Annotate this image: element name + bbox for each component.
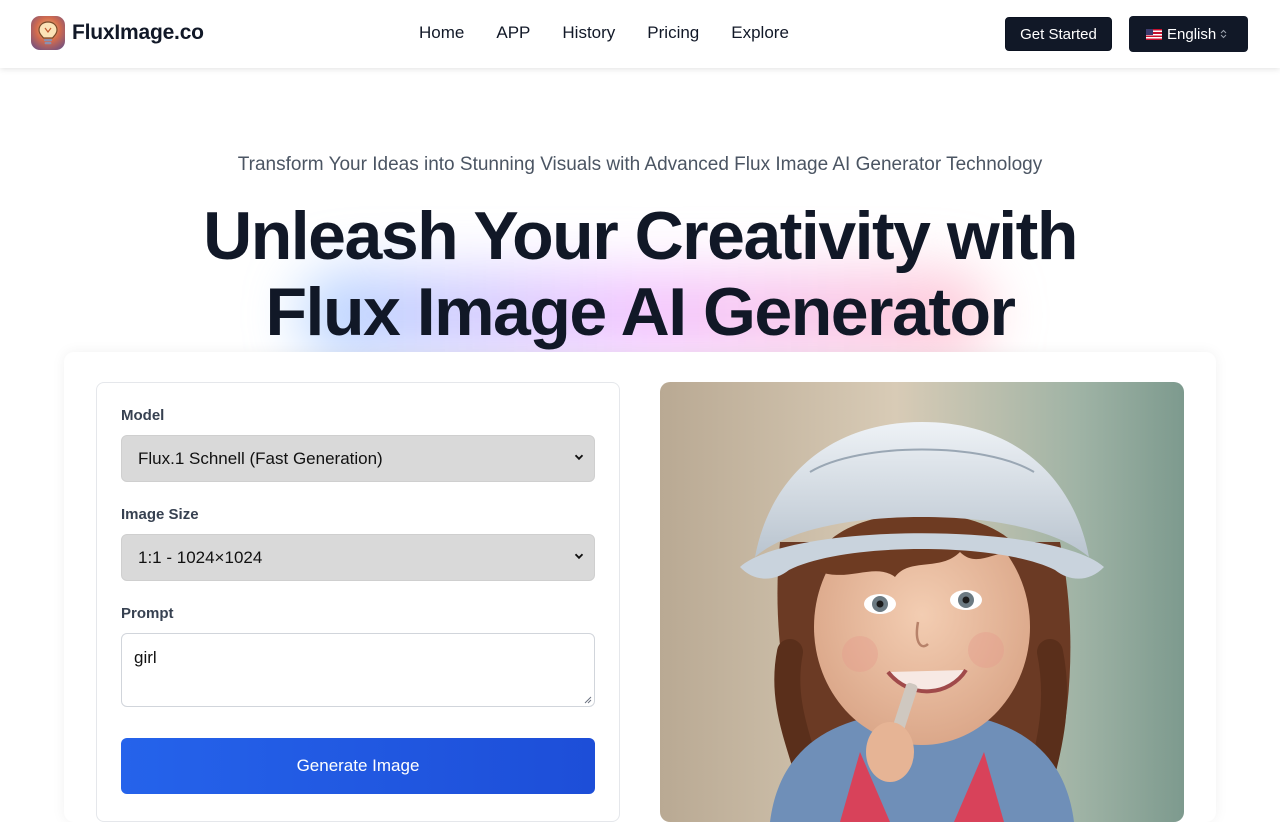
image-size-select-value: 1:1 - 1024×1024 bbox=[138, 547, 263, 567]
nav-explore[interactable]: Explore bbox=[731, 22, 789, 44]
chevron-down-icon bbox=[574, 454, 584, 461]
image-size-label: Image Size bbox=[121, 506, 199, 523]
nav-pricing[interactable]: Pricing bbox=[647, 22, 699, 44]
model-select-value: Flux.1 Schnell (Fast Generation) bbox=[138, 448, 383, 468]
nav-history[interactable]: History bbox=[562, 22, 615, 44]
model-label: Model bbox=[121, 407, 165, 424]
image-size-select[interactable]: 1:1 - 1024×1024 bbox=[121, 534, 595, 581]
generated-image-preview bbox=[660, 382, 1184, 822]
model-select[interactable]: Flux.1 Schnell (Fast Generation) bbox=[121, 435, 595, 482]
chevron-down-icon bbox=[574, 553, 584, 560]
generate-image-button[interactable]: Generate Image bbox=[121, 738, 595, 794]
hero-title: Unleash Your Creativity with Flux Image … bbox=[0, 198, 1280, 350]
lightbulb-logo-icon bbox=[31, 16, 65, 50]
hero-title-line2: Flux Image AI Generator bbox=[265, 274, 1016, 350]
prompt-label: Prompt bbox=[121, 605, 174, 622]
brand[interactable]: FluxImage.co bbox=[31, 16, 204, 50]
us-flag-icon bbox=[1146, 28, 1162, 40]
chevron-up-down-icon bbox=[1220, 29, 1227, 39]
resize-grip-icon[interactable] bbox=[584, 696, 592, 704]
prompt-textarea[interactable]: girl bbox=[121, 633, 595, 707]
brand-name: FluxImage.co bbox=[72, 21, 204, 44]
site-header: FluxImage.co Home APP History Pricing Ex… bbox=[0, 0, 1280, 68]
get-started-button[interactable]: Get Started bbox=[1005, 17, 1112, 51]
hero-title-line1: Unleash Your Creativity with bbox=[203, 198, 1078, 274]
main-nav: Home APP History Pricing Explore bbox=[419, 22, 821, 44]
hero-subtitle: Transform Your Ideas into Stunning Visua… bbox=[237, 154, 1043, 175]
prompt-value: girl bbox=[134, 648, 157, 667]
nav-app[interactable]: APP bbox=[496, 22, 530, 44]
language-label: English bbox=[1167, 25, 1217, 43]
language-select[interactable]: English bbox=[1129, 16, 1248, 52]
nav-home[interactable]: Home bbox=[419, 22, 464, 44]
